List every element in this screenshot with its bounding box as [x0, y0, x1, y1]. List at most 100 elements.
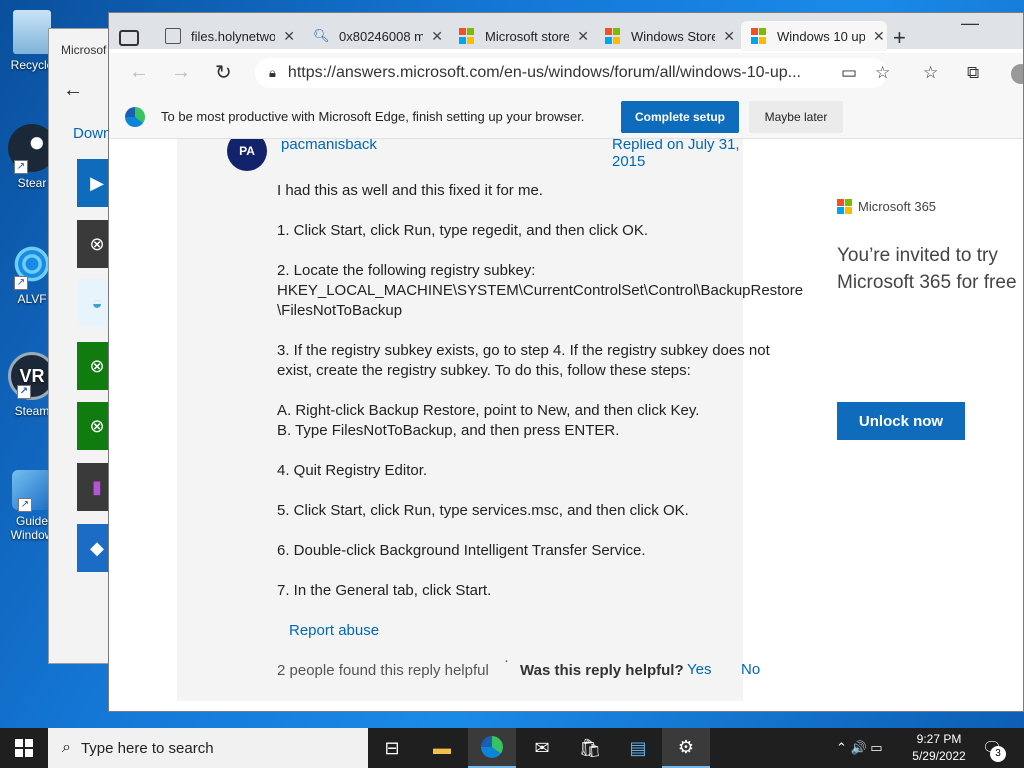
microsoft-logo-icon — [459, 28, 475, 44]
desktop-icon-label: Recycle — [10, 58, 54, 72]
steam-taskbar-icon[interactable]: ⚙ — [662, 728, 710, 768]
store-window-title: Microsof — [61, 43, 107, 57]
microsoft-logo-icon — [605, 28, 621, 44]
file-explorer-icon[interactable]: ▬ — [418, 728, 466, 768]
reply-paragraph: A. Right-click Backup Restore, point to … — [277, 402, 700, 439]
edge-browser-window[interactable]: files.holynetwo ✕ 🔍︎ 0x80246008 m ✕ Micr… — [108, 12, 1024, 712]
refresh-icon[interactable]: ↻ — [215, 60, 232, 85]
add-favorite-icon[interactable]: ☆ — [875, 63, 890, 83]
mail-icon[interactable]: ✉ — [518, 728, 566, 768]
taskbar-search-box[interactable]: ⌕ Type here to search — [48, 728, 368, 768]
ad-brand: Microsoft 365 — [858, 199, 937, 214]
ad-headline: You’re invited to try Microsoft 365 for … — [837, 242, 1023, 296]
close-icon[interactable]: ✕ — [577, 28, 589, 45]
start-button[interactable] — [0, 728, 48, 768]
url-text[interactable]: https://answers.microsoft.com/en-us/wind… — [288, 64, 818, 82]
tab-actions-icon[interactable] — [119, 30, 139, 46]
tab-title: Microsoft store — [485, 28, 570, 44]
new-tab-button[interactable]: + — [893, 25, 906, 51]
close-icon[interactable]: ✕ — [873, 28, 885, 45]
reply-paragraph: 5. Click Start, click Run, type services… — [277, 502, 689, 519]
reply-paragraph: 6. Double-click Background Intelligent T… — [277, 542, 646, 559]
tab-title: files.holynetwo — [191, 28, 276, 44]
address-bar[interactable]: 🔒︎ https://answers.microsoft.com/en-us/w… — [255, 58, 887, 88]
lock-icon[interactable]: 🔒︎ — [269, 65, 276, 81]
desktop-icon-label-2: Window — [10, 528, 54, 542]
close-icon[interactable]: ✕ — [431, 28, 443, 45]
store-downloads-heading: Down — [73, 125, 112, 142]
complete-setup-button[interactable]: Complete setup — [621, 101, 739, 133]
infobar-message: To be most productive with Microsoft Edg… — [161, 109, 585, 124]
reply-body: I had this as well and this fixed it for… — [277, 181, 804, 621]
reply-paragraph: I had this as well and this fixed it for… — [277, 182, 543, 199]
tab-bar: files.holynetwo ✕ 🔍︎ 0x80246008 m ✕ Micr… — [109, 13, 1023, 51]
helpful-question: Was this reply helpful? — [520, 662, 684, 679]
clock[interactable]: 9:27 PM 5/29/2022 — [904, 731, 974, 765]
notification-count-badge: 3 — [990, 746, 1006, 762]
tab[interactable]: 🔍︎ 0x80246008 m ✕ — [313, 21, 443, 51]
collections-icon[interactable]: ⧉ — [967, 63, 979, 83]
microsoft-logo-icon — [751, 28, 767, 44]
system-tray[interactable]: ⌃ 🔊 ▭ — [836, 728, 883, 768]
desktop-icon-label: Stear — [17, 176, 47, 190]
ad-headline-line: You’re invited to try — [837, 245, 998, 266]
minimize-button[interactable]: — — [961, 13, 979, 34]
favorites-icon[interactable]: ☆ — [923, 63, 938, 83]
store-icon[interactable]: 🛍︎ — [566, 728, 614, 768]
report-abuse-link[interactable]: Report abuse — [289, 622, 379, 639]
helpful-count: 2 people found this reply helpful — [277, 662, 489, 679]
desktop-icon-label: Steam — [14, 404, 50, 418]
reply-paragraph: 4. Quit Registry Editor. — [277, 462, 428, 479]
tab[interactable]: files.holynetwo ✕ — [165, 21, 295, 51]
setup-infobar: To be most productive with Microsoft Edg… — [109, 95, 1023, 139]
tab-title: 0x80246008 m — [339, 28, 424, 44]
control-panel-icon[interactable]: ▤ — [614, 728, 662, 768]
reader-view-icon[interactable]: ▭ — [841, 63, 857, 83]
profile-avatar-icon[interactable] — [1011, 64, 1023, 84]
reply-paragraph: 7. In the General tab, click Start. — [277, 582, 492, 599]
microsoft-logo-icon — [837, 199, 852, 214]
helpful-no-button[interactable]: No — [741, 661, 760, 678]
unlock-now-button[interactable]: Unlock now — [837, 402, 965, 440]
tab[interactable]: Microsoft store ✕ — [459, 21, 589, 51]
close-icon[interactable]: ✕ — [723, 28, 735, 45]
avatar[interactable]: PA — [227, 139, 267, 171]
tab-active[interactable]: Windows 10 up ✕ — [741, 21, 887, 51]
close-icon[interactable]: ✕ — [283, 28, 295, 45]
search-placeholder[interactable]: Type here to search — [81, 740, 214, 757]
reply-card: PA pacmanisback Replied on July 31, 2015… — [177, 139, 803, 701]
forward-arrow-icon[interactable]: → — [171, 61, 191, 84]
edge-logo-icon — [125, 107, 145, 127]
reply-date[interactable]: Replied on July 31, 2015 — [612, 139, 743, 170]
ad-headline-line: Microsoft 365 for free — [837, 272, 1017, 293]
recycle-bin-icon — [13, 10, 51, 54]
back-arrow-icon[interactable]: ← — [129, 61, 149, 84]
file-icon — [165, 28, 181, 44]
edge-logo-icon — [481, 736, 503, 758]
maybe-later-button[interactable]: Maybe later — [749, 101, 843, 133]
clock-date: 5/29/2022 — [912, 749, 966, 763]
tab[interactable]: Windows Store ✕ — [605, 21, 735, 51]
clock-time: 9:27 PM — [916, 732, 962, 746]
tab-title: Windows Store — [631, 28, 716, 44]
reply-username[interactable]: pacmanisback — [281, 139, 377, 153]
reply-paragraph: 1. Click Start, click Run, type regedit,… — [277, 222, 648, 239]
task-view-icon[interactable]: ⊟ — [368, 728, 416, 768]
page-content: PA pacmanisback Replied on July 31, 2015… — [109, 139, 1023, 711]
desktop-icon-label: ALVF — [17, 292, 47, 306]
tab-title: Windows 10 up — [777, 28, 865, 44]
reply-paragraph: 2. Locate the following registry subkey:… — [277, 262, 804, 319]
reply-paragraph: 3. If the registry subkey exists, go to … — [277, 342, 770, 379]
helpful-yes-button[interactable]: Yes — [687, 661, 711, 678]
desktop-icon-label: Guide — [15, 514, 49, 528]
helpful-separator: · — [504, 652, 509, 669]
toolbar: ← → ↻ 🔒︎ https://answers.microsoft.com/e… — [109, 53, 1023, 95]
back-arrow-icon[interactable]: ← — [63, 79, 83, 102]
search-icon: ⌕ — [62, 739, 71, 756]
ad-brand-row: Microsoft 365 — [837, 199, 1023, 214]
windows-guide-icon: ↗ — [12, 470, 52, 512]
taskbar: ⌕ Type here to search ⊟ ▬ ✉ 🛍︎ ▤ ⚙ ⌃ 🔊 ▭… — [0, 728, 1024, 768]
edge-taskbar-icon[interactable] — [468, 728, 516, 768]
search-icon: 🔍︎ — [313, 28, 330, 43]
microsoft-365-ad: Microsoft 365 You’re invited to try Micr… — [837, 199, 1023, 440]
